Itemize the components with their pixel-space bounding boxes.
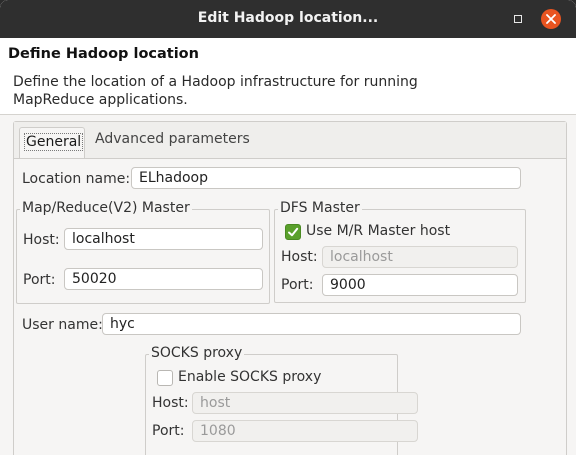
socks-port-field[interactable]: 1080 bbox=[192, 420, 418, 442]
socks-port-label: Port: bbox=[152, 423, 185, 439]
socks-host-label: Host: bbox=[152, 395, 189, 411]
edit-hadoop-location-dialog: Edit Hadoop location... Define Hadoop lo… bbox=[0, 0, 576, 455]
dfs-master-group-title: DFS Master bbox=[278, 200, 362, 216]
checkmark-icon bbox=[288, 227, 299, 237]
maximize-icon bbox=[514, 15, 522, 23]
mr-host-field[interactable]: localhost bbox=[64, 228, 263, 250]
tab-folder: General Advanced parameters Location nam… bbox=[13, 121, 567, 455]
dfs-host-label: Host: bbox=[281, 249, 318, 265]
user-name-label: User name: bbox=[22, 317, 103, 333]
title-bar[interactable]: Edit Hadoop location... bbox=[0, 0, 576, 38]
dfs-host-field[interactable]: localhost bbox=[322, 246, 518, 268]
socks-proxy-group: SOCKS proxy Enable SOCKS proxy Host: hos… bbox=[145, 345, 418, 455]
tab-general-label: General bbox=[24, 133, 84, 151]
mr-master-group: Map/Reduce(V2) Master Host: localhost Po… bbox=[16, 200, 270, 304]
location-name-field[interactable]: ELhadoop bbox=[131, 167, 521, 189]
mr-port-label: Port: bbox=[23, 272, 56, 288]
mr-master-group-title: Map/Reduce(V2) Master bbox=[20, 200, 192, 216]
tab-general[interactable]: General bbox=[19, 127, 85, 158]
socks-host-field[interactable]: host bbox=[192, 392, 418, 414]
socks-proxy-group-title: SOCKS proxy bbox=[149, 345, 245, 361]
header-title: Define Hadoop location bbox=[8, 46, 199, 62]
enable-socks-proxy-label: Enable SOCKS proxy bbox=[178, 369, 322, 385]
use-mr-master-host-label: Use M/R Master host bbox=[306, 223, 451, 239]
mr-host-label: Host: bbox=[23, 232, 60, 248]
dfs-port-field[interactable]: 9000 bbox=[322, 274, 518, 296]
tab-advanced-parameters[interactable]: Advanced parameters bbox=[95, 131, 250, 147]
close-icon bbox=[546, 14, 556, 24]
mr-port-field[interactable]: 50020 bbox=[64, 268, 263, 290]
dialog-header: Define Hadoop location Define the locati… bbox=[0, 38, 576, 114]
enable-socks-proxy-checkbox[interactable] bbox=[157, 370, 173, 386]
use-mr-master-host-checkbox[interactable] bbox=[285, 224, 301, 240]
dfs-port-label: Port: bbox=[281, 277, 314, 293]
user-name-field[interactable]: hyc bbox=[102, 313, 521, 335]
maximize-button[interactable] bbox=[508, 9, 528, 29]
tab-bar: General Advanced parameters bbox=[14, 122, 566, 159]
close-button[interactable] bbox=[541, 9, 561, 29]
dfs-master-group: DFS Master Use M/R Master host Host: loc… bbox=[274, 200, 526, 303]
header-divider bbox=[0, 114, 576, 115]
window-title: Edit Hadoop location... bbox=[197, 10, 379, 26]
location-name-label: Location name: bbox=[22, 171, 131, 187]
header-description: Define the location of a Hadoop infrastr… bbox=[13, 74, 418, 108]
